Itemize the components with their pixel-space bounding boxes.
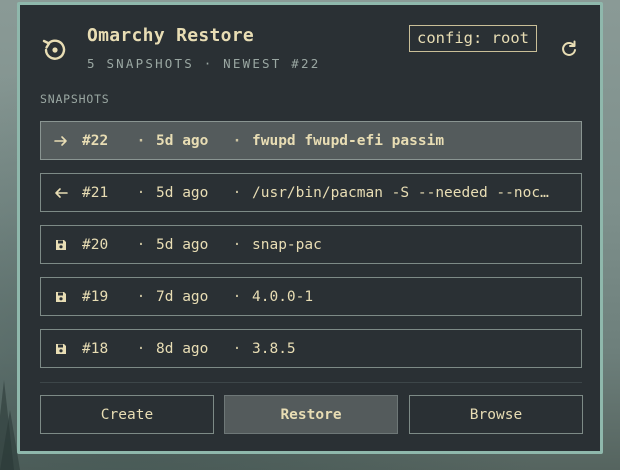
separator: · [232, 132, 242, 149]
snapshot-age: 7d ago [156, 288, 209, 305]
snapshot-number: #19 [82, 288, 109, 305]
snapshot-row[interactable]: #21 · 5d ago · /usr/bin/pacman -S --need… [40, 173, 582, 212]
snapshot-number: #18 [82, 340, 109, 357]
separator: · [232, 236, 242, 253]
snapshot-age: 5d ago [156, 236, 209, 253]
snapshot-row[interactable]: #18 · 8d ago · 3.8.5 [40, 329, 582, 368]
restore-window: Omarchy Restore 5 SNAPSHOTS · NEWEST #22… [17, 2, 603, 454]
background-tree [0, 380, 14, 470]
snapshot-number: #22 [82, 132, 109, 149]
restore-history-icon [42, 39, 66, 60]
app-title: Omarchy Restore [87, 25, 255, 46]
save-icon [53, 237, 69, 253]
snapshot-number: #21 [82, 184, 109, 201]
separator: · [136, 340, 146, 357]
snapshot-number: #20 [82, 236, 109, 253]
config-badge[interactable]: config: root [409, 25, 537, 52]
snapshot-description: 3.8.5 [252, 340, 296, 357]
snapshot-description: /usr/bin/pacman -S --needed --noc… [252, 184, 549, 201]
create-button[interactable]: Create [40, 395, 214, 434]
divider [40, 382, 582, 383]
arrow-right-icon [53, 133, 69, 149]
browse-button[interactable]: Browse [409, 395, 583, 434]
refresh-icon[interactable] [558, 38, 580, 60]
separator: · [232, 340, 242, 357]
separator: · [136, 236, 146, 253]
window-header: Omarchy Restore 5 SNAPSHOTS · NEWEST #22… [20, 5, 600, 85]
separator: · [232, 288, 242, 305]
save-icon [53, 289, 69, 305]
snapshot-age: 5d ago [156, 132, 209, 149]
snapshot-age: 5d ago [156, 184, 209, 201]
snapshot-description: snap-pac [252, 236, 322, 253]
snapshot-description: 4.0.0-1 [252, 288, 314, 305]
snapshot-row[interactable]: #20 · 5d ago · snap-pac [40, 225, 582, 264]
snapshot-row[interactable]: #22 · 5d ago · fwupd fwupd-efi passim [40, 121, 582, 160]
snapshots-section-label: SNAPSHOTS [40, 92, 110, 106]
snapshot-summary: 5 SNAPSHOTS · NEWEST #22 [87, 56, 321, 71]
snapshot-row[interactable]: #19 · 7d ago · 4.0.0-1 [40, 277, 582, 316]
snapshot-description: fwupd fwupd-efi passim [252, 132, 445, 149]
arrow-left-icon [53, 185, 69, 201]
separator: · [136, 184, 146, 201]
separator: · [136, 288, 146, 305]
save-icon [53, 341, 69, 357]
snapshot-age: 8d ago [156, 340, 209, 357]
restore-button[interactable]: Restore [224, 395, 398, 434]
separator: · [136, 132, 146, 149]
separator: · [232, 184, 242, 201]
